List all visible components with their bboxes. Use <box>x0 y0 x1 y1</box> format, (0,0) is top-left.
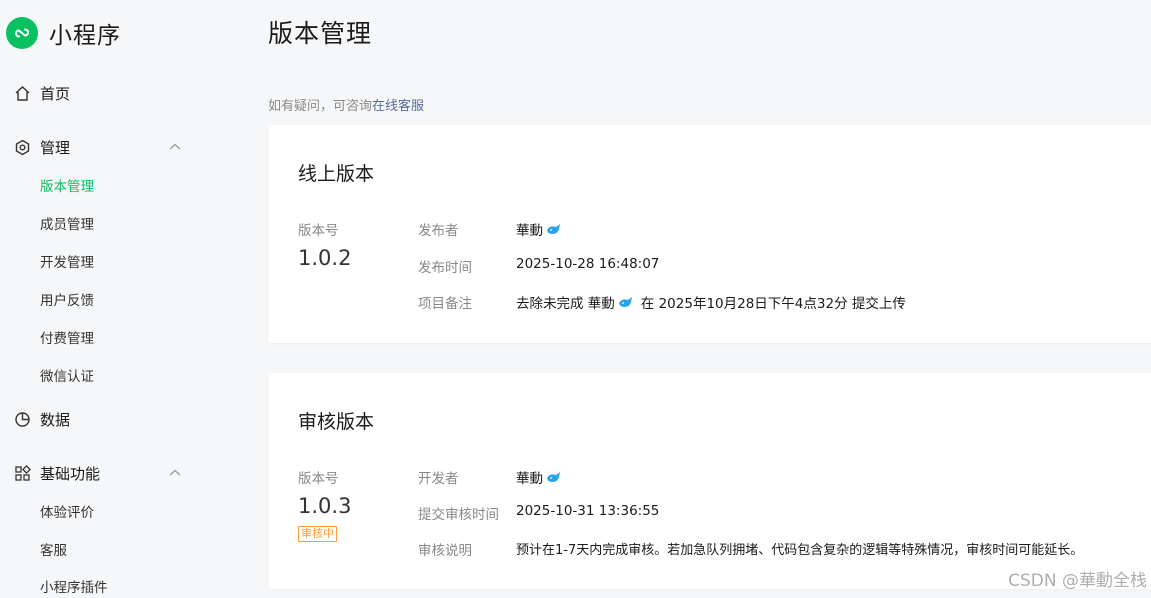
card-title: 线上版本 <box>298 159 374 186</box>
sidebar-group-label: 基础功能 <box>40 463 100 484</box>
project-note-value: 去除未完成 華動 在 2025年10月28日下午4点32分 提交上传 <box>516 292 906 312</box>
version-label: 版本号 <box>298 219 339 239</box>
review-version-card: 审核版本 版本号 1.0.3 审核中 开发者 華動 提交审核时间 2025-10… <box>268 373 1151 589</box>
sidebar-item-label: 数据 <box>40 409 70 430</box>
publish-time-key: 发布时间 <box>418 256 472 276</box>
whale-icon <box>546 470 562 484</box>
sidebar-item-member-management[interactable]: 成员管理 <box>40 215 94 235</box>
developer-value: 華動 <box>516 467 562 487</box>
developer-name: 華動 <box>516 467 543 487</box>
gear-icon <box>13 138 31 156</box>
main-content: 版本管理 如有疑问，可咨询在线客服 线上版本 版本号 1.0.2 发布者 華動 … <box>268 0 1151 595</box>
pie-chart-icon <box>13 410 31 428</box>
sidebar-item-plugins[interactable]: 小程序插件 <box>40 578 108 598</box>
note-suffix: 在 2025年10月28日下午4点32分 提交上传 <box>641 292 906 312</box>
sidebar-group-manage[interactable]: 管理 <box>13 135 183 159</box>
sidebar-item-home[interactable]: 首页 <box>13 81 183 105</box>
status-badge: 审核中 <box>298 526 337 542</box>
sidebar-group-basic-functions[interactable]: 基础功能 <box>13 461 183 485</box>
version-number: 1.0.2 <box>298 246 351 270</box>
review-note-key: 审核说明 <box>418 539 472 559</box>
publish-time-value: 2025-10-28 16:48:07 <box>516 256 659 272</box>
watermark: CSDN @華動全栈 <box>1008 566 1147 591</box>
submit-review-time-key: 提交审核时间 <box>418 503 499 523</box>
online-service-link[interactable]: 在线客服 <box>372 99 424 114</box>
card-title: 审核版本 <box>298 407 374 434</box>
submit-review-time-value: 2025-10-31 13:36:55 <box>516 503 659 519</box>
app-name: 小程序 <box>49 16 121 50</box>
review-note-value: 预计在1-7天内完成审核。若加急队列拥堵、代码包含复杂的逻辑等特殊情况，审核时间… <box>516 539 1083 558</box>
developer-key: 开发者 <box>418 467 459 487</box>
sidebar-item-customer-service[interactable]: 客服 <box>40 541 67 561</box>
home-icon <box>13 84 31 102</box>
chevron-up-icon[interactable] <box>167 139 183 155</box>
app-logo[interactable]: 小程序 <box>6 17 121 49</box>
sidebar-item-wechat-verification[interactable]: 微信认证 <box>40 367 94 387</box>
grid-icon <box>13 464 31 482</box>
online-version-card: 线上版本 版本号 1.0.2 发布者 華動 发布时间 2025-10-28 16… <box>268 125 1151 343</box>
publisher-key: 发布者 <box>418 219 459 239</box>
sidebar-item-data[interactable]: 数据 <box>13 407 183 431</box>
page-title: 版本管理 <box>268 14 372 50</box>
sidebar-item-label: 首页 <box>40 83 70 104</box>
mini-program-logo-icon <box>6 17 38 49</box>
sidebar: 小程序 首页 管理 版本管理 成员管理 开发管理 用户反馈 付费管理 微信认证 … <box>0 0 232 595</box>
publisher-name: 華動 <box>516 219 543 239</box>
note-prefix: 去除未完成 華動 <box>516 292 615 312</box>
help-prefix: 如有疑问，可咨询 <box>268 99 372 114</box>
version-label: 版本号 <box>298 467 339 487</box>
whale-icon <box>546 222 562 236</box>
chevron-up-icon[interactable] <box>167 465 183 481</box>
version-number: 1.0.3 <box>298 494 351 518</box>
sidebar-item-version-management[interactable]: 版本管理 <box>40 177 94 197</box>
help-text: 如有疑问，可咨询在线客服 <box>268 95 424 114</box>
sidebar-item-experience-rating[interactable]: 体验评价 <box>40 503 94 523</box>
sidebar-item-user-feedback[interactable]: 用户反馈 <box>40 291 94 311</box>
sidebar-item-payment-management[interactable]: 付费管理 <box>40 329 94 349</box>
sidebar-item-dev-management[interactable]: 开发管理 <box>40 253 94 273</box>
project-note-key: 项目备注 <box>418 292 472 312</box>
publisher-value: 華動 <box>516 219 562 239</box>
whale-icon <box>618 295 634 309</box>
sidebar-group-label: 管理 <box>40 137 70 158</box>
